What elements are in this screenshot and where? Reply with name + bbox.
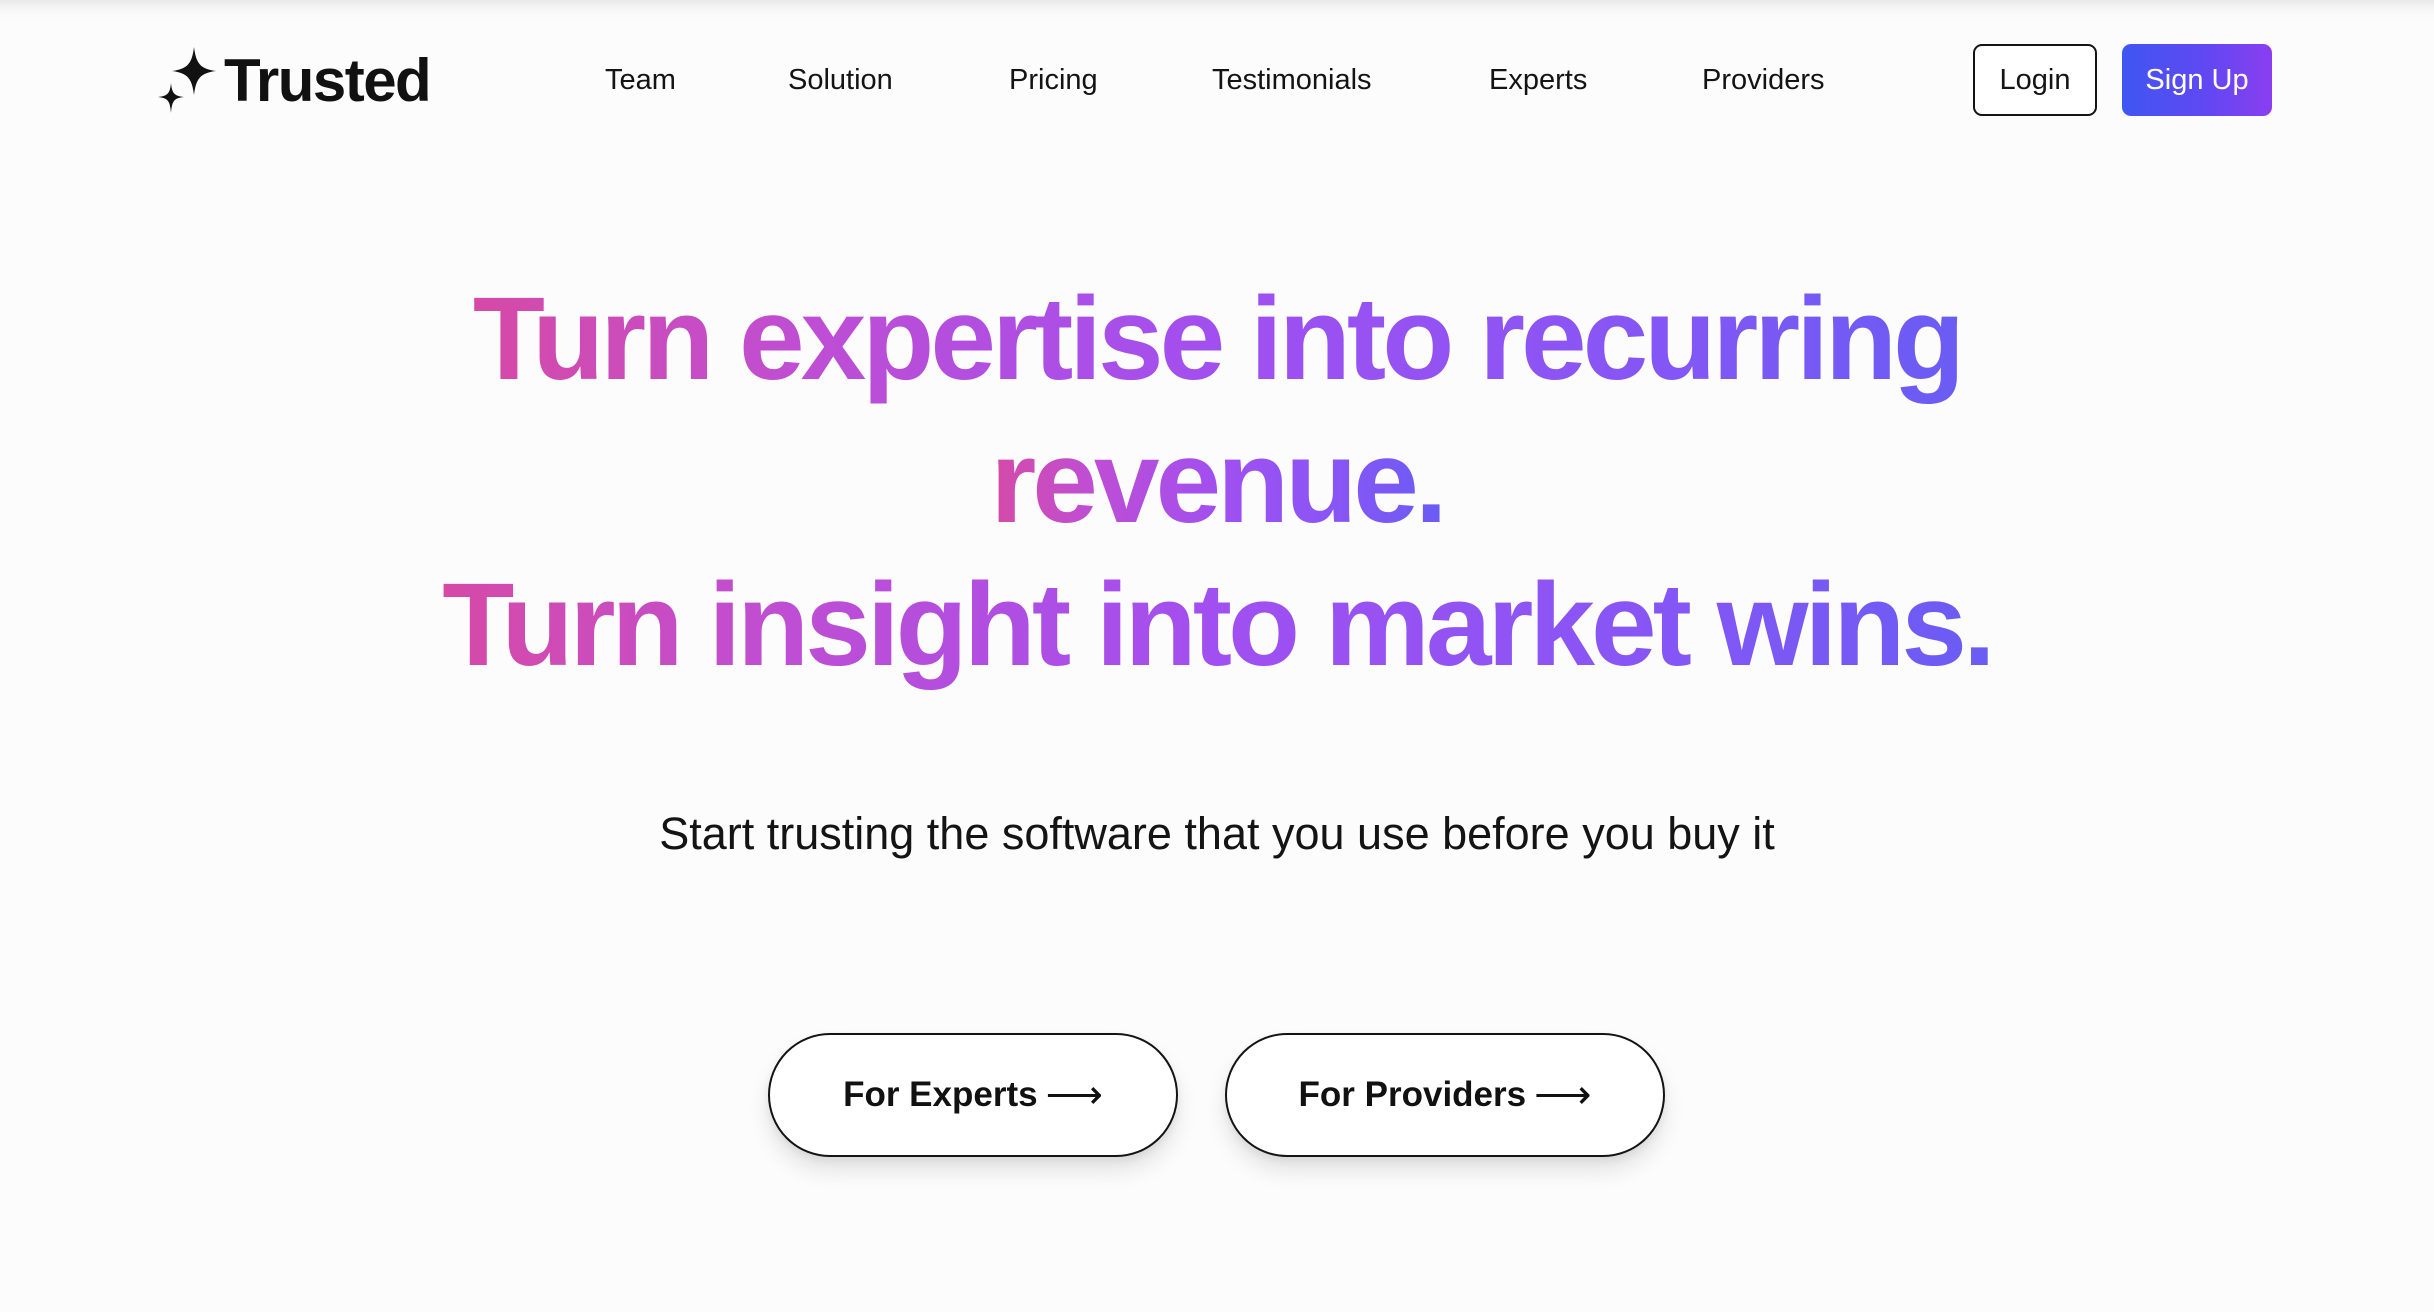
nav-link-testimonials[interactable]: Testimonials: [1212, 58, 1372, 102]
hero-headline-line-2: revenue.: [990, 411, 1447, 554]
hero-headline-line-3: Turn insight into market wins.: [442, 554, 1996, 697]
signup-button[interactable]: Sign Up: [2122, 44, 2272, 116]
for-providers-label: For Providers: [1298, 1075, 1527, 1114]
hero-headline-line-1: Turn expertise into recurring: [473, 268, 1965, 411]
nav-link-team[interactable]: Team: [605, 58, 676, 102]
arrow-right-icon: ⟶: [1045, 1073, 1103, 1117]
nav-link-providers[interactable]: Providers: [1702, 58, 1825, 102]
nav-link-pricing[interactable]: Pricing: [1009, 58, 1098, 102]
hero-headline: Turn expertise into recurring revenue. T…: [0, 268, 2434, 697]
for-providers-button[interactable]: For Providers ⟶: [1225, 1033, 1665, 1157]
for-experts-label: For Experts: [843, 1075, 1038, 1114]
hero-subtitle: Start trusting the software that you use…: [659, 808, 1775, 859]
nav-link-experts[interactable]: Experts: [1489, 58, 1587, 102]
nav-link-solution[interactable]: Solution: [788, 58, 893, 102]
login-button[interactable]: Login: [1973, 44, 2097, 116]
landing-page: Trusted Team Solution Pricing Testimonia…: [0, 0, 2434, 1312]
arrow-right-icon: ⟶: [1534, 1073, 1592, 1117]
for-experts-button[interactable]: For Experts ⟶: [768, 1033, 1178, 1157]
